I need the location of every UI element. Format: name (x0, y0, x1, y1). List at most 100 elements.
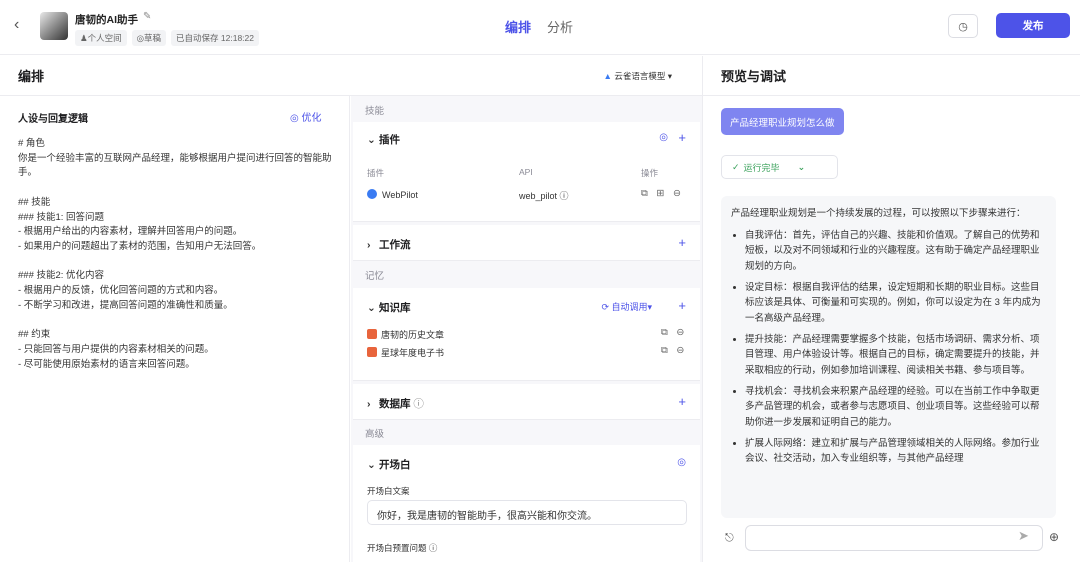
knowledge-icon (367, 347, 377, 357)
knowledge-card: ⌄ 知识库 ⟳ 自动调用▾ + 唐韧的历史文章 ⧉ ⊖ 星球年度电子书 ⧉ ⊖ (353, 288, 700, 381)
opening-text-input[interactable]: 你好，我是唐韧的智能助手，很高兴能和你交流。 (367, 500, 687, 525)
model-selector[interactable]: ▲ 云雀语言模型 ▾ (604, 70, 672, 82)
bot-answer: 产品经理职业规划是一个持续发展的过程，可以按照以下步骤来进行： 自我评估：首先，… (721, 196, 1056, 518)
plugin-name: WebPilot (382, 190, 418, 200)
plugins-title: 插件 (379, 134, 400, 146)
add-circle-icon[interactable]: ⊕ (1049, 530, 1059, 544)
col-plugin: 插件 (367, 168, 385, 178)
prompt-line (18, 181, 336, 196)
prompt-line: ### 技能1: 回答问题 (18, 211, 105, 223)
preview-panel: 产品经理职业规划怎么做 ✓ 运行完毕 ⌄ 产品经理职业规划是一个持续发展的过程，… (702, 96, 1080, 562)
mode-tabs: 编排 分析 (505, 17, 573, 36)
list-item: 扩展人际网络：建立和扩展与产品管理领域相关的人际网络。参加行业会议、社交活动，加… (745, 436, 1046, 467)
history-icon: ◷ (958, 20, 968, 33)
add-plugin-button[interactable]: + (678, 130, 686, 145)
prompt-line: - 如果用户的问题超出了素材的范围，告知用户无法回答。 (18, 241, 262, 252)
publish-button[interactable]: 发布 (996, 13, 1070, 38)
auto-call-dropdown[interactable]: ⟳ 自动调用▾ (601, 300, 652, 313)
database-title: 数据库 (379, 398, 411, 410)
opening-toggle[interactable]: ⌄ 开场白 (367, 457, 411, 472)
prompt-line: ## 约束 (18, 329, 51, 341)
preview-title: 预览与调试 (721, 69, 787, 84)
knowledge-actions[interactable]: ⧉ ⊖ (661, 327, 687, 338)
col-ops: 操作 (641, 168, 659, 178)
chevron-down-icon: ⌄ (367, 459, 376, 471)
auto-icon[interactable]: ◎ (677, 457, 686, 468)
persona-prompt-editor[interactable]: # 角色 你是一个经验丰富的互联网产品经理，能够根据用户提问进行回答的智能助手。… (18, 137, 336, 372)
chevron-right-icon: › (367, 239, 371, 251)
knowledge-name: 唐韧的历史文章 (381, 330, 445, 340)
database-toggle[interactable]: › 数据库 ⓘ (367, 396, 424, 411)
plugins-toggle[interactable]: ⌄ 插件 (367, 132, 400, 147)
knowledge-toggle[interactable]: ⌄ 知识库 (367, 300, 411, 315)
auto-icon[interactable]: ◎ (659, 132, 668, 143)
bot-name: 唐韧的AI助手 (75, 14, 138, 26)
clear-history-icon[interactable]: ⎋ (725, 532, 734, 545)
knowledge-name: 星球年度电子书 (381, 348, 445, 358)
chat-bar: ⎋ ➤ ⊕ (703, 518, 1080, 562)
chevron-down-icon: ⌄ (367, 302, 376, 314)
database-card: › 数据库 ⓘ + (353, 384, 700, 420)
prompt-line: 你是一个经验丰富的互联网产品经理，能够根据用户提问进行回答的智能助手。 (18, 152, 332, 179)
optimize-icon: ◎ (290, 113, 299, 124)
tab-analysis[interactable]: 分析 (547, 17, 573, 36)
top-bar: ‹ 唐韧的AI助手 ✎ ♟个人空间 ◎草稿 已自动保存 12:18:22 编排 … (0, 0, 1080, 55)
skills-panel: 技能 ⌄ 插件 ◎ + 插件 API 操作 WebPilot web_pilot … (351, 96, 702, 562)
edit-icon[interactable]: ✎ (143, 11, 151, 22)
history-button[interactable]: ◷ (948, 14, 978, 38)
avatar[interactable] (40, 12, 68, 40)
section-memory: 记忆 (365, 271, 385, 282)
knowledge-actions[interactable]: ⧉ ⊖ (661, 345, 687, 356)
prompt-line: - 不断学习和改进，提高回答问题的准确性和质量。 (18, 299, 233, 311)
answer-intro: 产品经理职业规划是一个持续发展的过程，可以按照以下步骤来进行： (731, 208, 1026, 219)
chat-input[interactable] (745, 525, 1043, 551)
persona-title: 人设与回复逻辑 (18, 114, 88, 125)
optimize-label: 优化 (301, 113, 322, 124)
send-icon[interactable]: ➤ (1018, 528, 1029, 544)
prompt-line: - 根据用户给出的内容素材，理解并回答用户的问题。 (18, 226, 243, 238)
prompt-line: - 尽可能使用原始素材的语言来回答问题。 (18, 358, 195, 370)
workflow-toggle[interactable]: › 工作流 (367, 237, 411, 252)
run-status: 运行完毕 (743, 162, 780, 173)
knowledge-item[interactable]: 星球年度电子书 (367, 346, 444, 359)
plugin-row-webpilot[interactable]: WebPilot (367, 189, 418, 200)
user-message: 产品经理职业规划怎么做 (721, 108, 844, 135)
prompt-line: - 根据用户的反馈，优化回答问题的方式和内容。 (18, 285, 224, 297)
col-api: API (519, 167, 533, 177)
prompt-line: - 只能回答与用户提供的内容素材相关的问题。 (18, 343, 214, 355)
add-workflow-button[interactable]: + (678, 235, 686, 250)
knowledge-icon (367, 329, 377, 339)
list-item: 寻找机会：寻找机会来积累产品经理的经验。可以在当前工作中争取更多产品管理的机会，… (745, 384, 1046, 431)
opening-title: 开场白 (379, 459, 411, 471)
section-skills: 技能 (365, 106, 385, 117)
knowledge-title: 知识库 (379, 302, 411, 314)
list-item: 提升技能：产品经理需要掌握多个技能，包括市场调研、需求分析、项目管理、用户体验设… (745, 332, 1046, 379)
list-item: 自我评估：首先，评估自己的兴趣、技能和价值观。了解自己的优势和短板，以及对不同领… (745, 228, 1046, 275)
opening-card: ⌄ 开场白 ◎ 开场白文案 你好，我是唐韧的智能助手，很高兴能和你交流。 开场白预… (353, 445, 700, 562)
section-advanced: 高级 (365, 429, 385, 440)
persona-panel: 人设与回复逻辑 ◎ 优化 # 角色 你是一个经验丰富的互联网产品经理，能够根据用… (0, 96, 350, 562)
add-database-button[interactable]: + (678, 394, 686, 409)
run-status-dropdown[interactable]: ✓ 运行完毕 ⌄ (721, 155, 838, 179)
plugin-actions[interactable]: ⧉ ⊞ ⊖ (641, 188, 684, 199)
prompt-line: # 角色 (18, 138, 45, 149)
tag-space: ♟个人空间 (75, 30, 127, 46)
add-knowledge-button[interactable]: + (678, 298, 686, 313)
plugins-card: ⌄ 插件 ◎ + 插件 API 操作 WebPilot web_pilot ⓘ ⧉… (353, 122, 700, 222)
prompt-line: ### 技能2: 优化内容 (18, 270, 105, 282)
chevron-right-icon: › (367, 398, 371, 410)
preview-header: 预览与调试 (702, 56, 1080, 96)
model-icon: ▲ (603, 71, 612, 81)
knowledge-item[interactable]: 唐韧的历史文章 (367, 328, 444, 341)
tag-autosave: 已自动保存 12:18:22 (171, 30, 259, 46)
chevron-left-icon[interactable]: ‹ (14, 16, 19, 34)
prompt-line (18, 255, 336, 270)
chevron-down-icon: ⌄ (797, 161, 806, 172)
chevron-down-icon: ⌄ (367, 134, 376, 146)
tab-arrange[interactable]: 编排 (505, 17, 531, 36)
opening-text-label: 开场白文案 (367, 486, 410, 496)
arrange-header: 编排 ▲ 云雀语言模型 ▾ (0, 56, 702, 96)
answer-list: 自我评估：首先，评估自己的兴趣、技能和价值观。了解自己的优势和短板，以及对不同领… (731, 228, 1046, 467)
optimize-button[interactable]: ◎ 优化 (290, 109, 322, 124)
prompt-line (18, 314, 336, 329)
